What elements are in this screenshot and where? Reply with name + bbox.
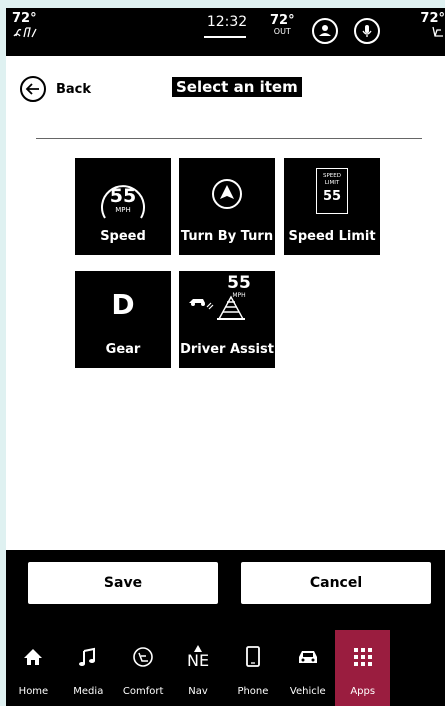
- back-arrow-icon: [20, 76, 46, 102]
- comfort-seat-icon: [116, 644, 171, 670]
- vehicle-icon: [280, 644, 335, 670]
- clock-underline: [204, 36, 246, 38]
- nav-nav[interactable]: NE Nav: [171, 630, 226, 706]
- nav-phone[interactable]: Phone: [226, 630, 281, 706]
- profile-icon: [319, 25, 331, 36]
- home-icon: [6, 644, 61, 670]
- cabin-temp: 72°: [12, 11, 37, 26]
- tile-gear[interactable]: D Gear: [75, 271, 171, 368]
- tile-driver-assist[interactable]: 55 MPH Driver Assist: [179, 271, 275, 368]
- nav-apps[interactable]: Apps: [335, 630, 391, 706]
- nav-label: Media: [73, 686, 104, 697]
- microphone-icon: [362, 25, 372, 37]
- back-label: Back: [56, 81, 92, 97]
- clock: 12:32: [206, 14, 248, 30]
- phone-icon: [226, 644, 281, 670]
- outside-temp-value: 72°: [270, 13, 295, 28]
- nav-home[interactable]: Home: [6, 630, 61, 706]
- voice-button[interactable]: [354, 18, 380, 44]
- nav-label: Comfort: [122, 686, 164, 697]
- sign-value: 55: [322, 189, 342, 204]
- status-bar: 72° 12:32 72° OUT 72°: [6, 8, 445, 56]
- nav-label: Home: [18, 686, 49, 697]
- outside-temp: 72° OUT: [270, 14, 295, 36]
- nav-label: Phone: [237, 686, 269, 697]
- tile-speed[interactable]: 55 MPH Speed: [75, 158, 171, 255]
- outside-label: OUT: [273, 27, 291, 36]
- tile-turn-by-turn[interactable]: Turn By Turn: [179, 158, 275, 255]
- nav-media[interactable]: Media: [61, 630, 116, 706]
- bottom-nav: Home Media Comfort NE Nav Phone Vehicle …: [6, 630, 445, 706]
- profile-button[interactable]: [312, 18, 338, 44]
- action-bar: Save Cancel: [6, 550, 445, 630]
- tile-label: Speed: [100, 229, 146, 244]
- gear-value: D: [111, 288, 135, 321]
- tile-label: Driver Assist: [180, 342, 274, 357]
- tile-label: Speed Limit: [288, 229, 376, 244]
- speed-limit-sign-icon: SPEED LIMIT 55: [316, 168, 348, 214]
- nav-label: Vehicle: [289, 686, 326, 697]
- climate-passenger[interactable]: 72°: [420, 12, 445, 42]
- nav-label: Nav: [188, 686, 208, 697]
- cancel-button[interactable]: Cancel: [241, 562, 431, 604]
- tile-label: Turn By Turn: [180, 229, 274, 244]
- compass-icon: NE: [171, 644, 226, 670]
- apps-grid-icon: [335, 644, 390, 670]
- nav-label: Apps: [350, 686, 376, 697]
- driver-assist-icon: [189, 295, 245, 320]
- divider: [36, 138, 422, 139]
- save-button[interactable]: Save: [28, 562, 218, 604]
- tile-label: Gear: [105, 342, 141, 357]
- climate-driver[interactable]: 72°: [12, 12, 38, 41]
- music-note-icon: [61, 644, 116, 670]
- seat-icon: [420, 26, 445, 42]
- sign-mid-text: LIMIT: [324, 180, 340, 186]
- content-area: Back Select an item 55 MPH Speed Turn By…: [6, 56, 445, 550]
- back-button[interactable]: Back: [20, 76, 91, 102]
- screen: 72° 12:32 72° OUT 72° Back Select an ite…: [6, 8, 445, 706]
- passenger-temp: 72°: [420, 11, 445, 26]
- nav-comfort[interactable]: Comfort: [116, 630, 171, 706]
- nav-vehicle[interactable]: Vehicle: [280, 630, 335, 706]
- speed-value: 55: [109, 185, 137, 207]
- seat-heat-icon: [12, 26, 38, 41]
- compass-heading: NE: [187, 651, 210, 670]
- navigation-arrow-icon: [212, 179, 242, 209]
- speed-unit: MPH: [115, 206, 131, 214]
- tile-speed-limit[interactable]: SPEED LIMIT 55 Speed Limit: [284, 158, 380, 255]
- sign-top-text: SPEED: [323, 173, 341, 179]
- page-title: Select an item: [172, 77, 302, 97]
